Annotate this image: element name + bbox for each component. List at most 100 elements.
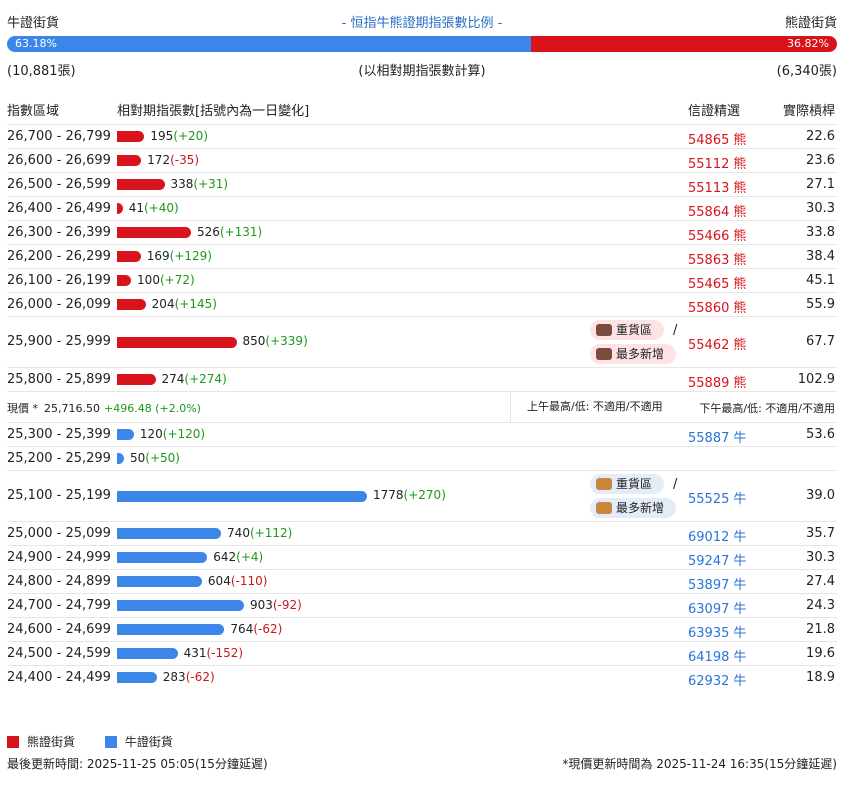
contract-qty: 204 (151, 296, 175, 311)
contract-qty: 169 (146, 248, 170, 263)
featured-warrant-link[interactable]: 55860 熊 (688, 297, 746, 316)
most-added-badge: 最多新增 (590, 498, 677, 518)
featured-warrant-link[interactable]: 55112 熊 (688, 153, 746, 172)
warrant-code[interactable]: 63097 (688, 602, 729, 617)
contract-change: (+274) (184, 371, 227, 386)
warrant-code[interactable]: 55889 (688, 376, 729, 391)
distribution-table: 26,700 - 26,799 195(+20) 54865 熊 22.6 26,600 … (7, 124, 837, 689)
badge-label: 最多新增 (616, 347, 665, 361)
warrant-code[interactable]: 55525 (688, 492, 729, 507)
page-title: - 恒指牛熊證期指張數比例 - (341, 16, 503, 31)
bull-bar (117, 528, 222, 539)
contract-change: (+4) (236, 549, 264, 564)
table-row: 24,800 - 24,899 604(-110) 53897 牛 27.4 (7, 569, 837, 593)
warrant-code[interactable]: 63935 (688, 626, 729, 641)
featured-warrant-link[interactable]: 55887 牛 (688, 427, 746, 446)
warrant-type: 牛 (733, 601, 747, 617)
featured-warrant-link[interactable]: 59247 牛 (688, 550, 746, 569)
contract-qty: 172 (147, 152, 171, 167)
warrant-type: 熊 (733, 156, 747, 172)
contract-change: (-92) (272, 597, 302, 612)
warrant-code[interactable]: 59247 (688, 554, 729, 569)
contract-change: (+145) (174, 296, 217, 311)
featured-warrant-link[interactable]: 63097 牛 (688, 598, 746, 617)
featured-warrant-link[interactable]: 55863 熊 (688, 249, 746, 268)
featured-warrant-link[interactable]: 55525 牛 (688, 488, 746, 507)
am-high-low: 上午最高/低: 不適用/不適用 (510, 392, 663, 422)
contract-qty: 642 (213, 549, 237, 564)
contract-value: 850(+339) (243, 334, 308, 348)
warrant-code[interactable]: 54865 (688, 133, 729, 148)
leverage-value: 23.6 (806, 152, 835, 168)
warrant-code[interactable]: 55864 (688, 205, 729, 220)
warrant-code[interactable]: 55462 (688, 338, 729, 353)
price-change: +496.48 (+2.0%) (103, 402, 201, 415)
featured-warrant-link[interactable]: 55889 熊 (688, 372, 746, 391)
bear-bar (117, 203, 123, 214)
featured-warrant-link[interactable]: 55462 熊 (688, 334, 746, 353)
bear-count: (6,340張) (776, 64, 837, 79)
featured-warrant-link[interactable]: 63935 牛 (688, 622, 746, 641)
featured-warrant-link[interactable]: 55864 熊 (688, 201, 746, 220)
featured-warrant-link[interactable]: 55113 熊 (688, 177, 746, 196)
column-contracts: 相對期指張數[括號內為一日變化] (117, 104, 310, 119)
contract-qty: 903 (249, 597, 273, 612)
leverage-value: 67.7 (806, 334, 835, 349)
contract-change: (+40) (144, 200, 179, 215)
warrant-code[interactable]: 55860 (688, 301, 729, 316)
column-featured: 信證精選 (688, 104, 741, 119)
warrant-code[interactable]: 55113 (688, 181, 729, 196)
ratio-bar: 63.18% 36.82% (7, 36, 837, 52)
range-label: 25,900 - 25,999 (7, 334, 111, 349)
leverage-value: 38.4 (806, 248, 835, 264)
warrant-type: 熊 (733, 204, 747, 220)
table-row: 25,200 - 25,299 50(+50) (7, 446, 837, 470)
warrant-code[interactable]: 55887 (688, 431, 729, 446)
featured-warrant-link[interactable]: 64198 牛 (688, 646, 746, 665)
featured-warrant-link[interactable]: 53897 牛 (688, 574, 746, 593)
range-label: 26,000 - 26,099 (7, 296, 111, 312)
leverage-value: 30.3 (806, 549, 835, 565)
featured-warrant-link[interactable]: 54865 熊 (688, 129, 746, 148)
table-row: 24,500 - 24,599 431(-152) 64198 牛 19.6 (7, 641, 837, 665)
range-label: 25,000 - 25,099 (7, 525, 111, 541)
bear-label: 熊證街貨 (784, 16, 837, 31)
warrant-code[interactable]: 55863 (688, 253, 729, 268)
featured-warrant-link[interactable]: 55466 熊 (688, 225, 746, 244)
warrant-code[interactable]: 55112 (688, 157, 729, 172)
table-row: 26,000 - 26,099 204(+145) 55860 熊 55.9 (7, 292, 837, 316)
warrant-code[interactable]: 69012 (688, 530, 729, 545)
warrant-type: 牛 (733, 625, 747, 641)
current-price-bar: 現價 * 25,716.50 +496.48 (+2.0%) 上午最高/低: 不適用/… (7, 391, 837, 422)
warrant-code[interactable]: 55465 (688, 277, 729, 292)
price-label: 現價 * (7, 402, 38, 415)
contract-qty: 604 (207, 573, 231, 588)
featured-warrant-link[interactable]: 69012 牛 (688, 526, 746, 545)
legend-bull-label: 牛證街貨 (124, 735, 173, 749)
price-updated: *現價更新時間為 2025-11-24 16:35(15分鐘延遲) (562, 757, 837, 771)
contract-value: 338(+31) (171, 177, 229, 191)
leverage-value: 24.3 (806, 597, 835, 613)
contract-qty: 195 (150, 128, 174, 143)
warrant-code[interactable]: 53897 (688, 578, 729, 593)
table-row: 25,900 - 25,999 850(+339) 重貨區 最多新增 / 55462 熊 67… (7, 316, 837, 367)
badge-separator: / (673, 477, 678, 492)
contract-qty: 1778 (373, 488, 404, 502)
leverage-value: 45.1 (806, 272, 835, 288)
range-label: 26,700 - 26,799 (7, 128, 111, 144)
bull-bar (117, 600, 244, 611)
warrant-code[interactable]: 62932 (688, 674, 729, 689)
featured-warrant-link[interactable]: 62932 牛 (688, 670, 746, 689)
contract-change: (+270) (403, 488, 446, 502)
bull-bar (117, 648, 178, 659)
table-row: 26,700 - 26,799 195(+20) 54865 熊 22.6 (7, 124, 837, 148)
warrant-code[interactable]: 64198 (688, 650, 729, 665)
contract-change: (+112) (249, 525, 293, 540)
bear-bar (117, 131, 145, 142)
contract-value: 740(+112) (227, 526, 292, 540)
warrant-code[interactable]: 55466 (688, 229, 729, 244)
leverage-value: 19.6 (806, 645, 835, 661)
featured-warrant-link[interactable]: 55465 熊 (688, 273, 746, 292)
warrant-type: 牛 (733, 649, 747, 665)
column-leverage: 實際槓桿 (782, 104, 835, 119)
